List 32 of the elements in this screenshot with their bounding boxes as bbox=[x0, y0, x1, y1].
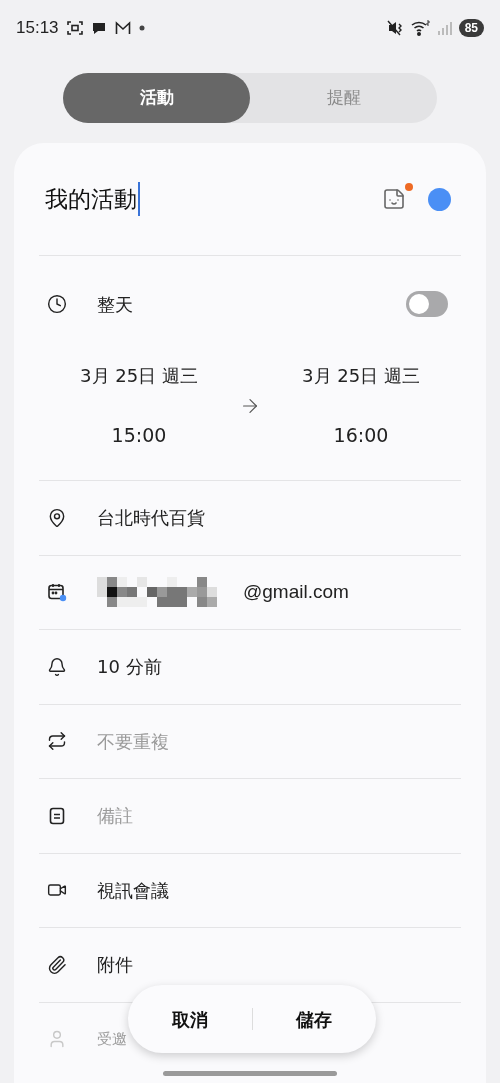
wifi-icon bbox=[410, 20, 431, 36]
all-day-label: 整天 bbox=[97, 292, 133, 317]
paperclip-icon bbox=[47, 954, 67, 975]
title-field[interactable]: 我的活動 bbox=[45, 181, 140, 217]
location-pin-icon bbox=[47, 507, 67, 528]
battery-indicator: 85 bbox=[458, 19, 484, 37]
sticker-icon[interactable] bbox=[382, 187, 406, 211]
end-time[interactable]: 16:00 bbox=[333, 421, 389, 450]
start-date[interactable]: 3月 25日 週三 bbox=[80, 362, 198, 390]
signal-icon bbox=[436, 21, 453, 35]
status-time: 15:13 bbox=[16, 17, 59, 40]
repeat-icon bbox=[47, 731, 67, 752]
video-value[interactable]: 視訊會議 bbox=[97, 876, 169, 904]
screenshot-icon bbox=[66, 20, 83, 36]
person-icon bbox=[47, 1029, 67, 1050]
dot-icon bbox=[138, 25, 145, 31]
reminder-value[interactable]: 10 分前 bbox=[97, 653, 162, 681]
start-time[interactable]: 15:00 bbox=[111, 421, 167, 450]
location-value[interactable]: 台北時代百貨 bbox=[97, 504, 205, 532]
end-date[interactable]: 3月 25日 週三 bbox=[302, 362, 420, 390]
calendar-value[interactable]: @gmail.com bbox=[243, 578, 349, 607]
tab[interactable]: 活動 bbox=[63, 73, 250, 123]
all-day-toggle[interactable] bbox=[406, 291, 448, 317]
chat-bubble-icon bbox=[90, 20, 107, 36]
attachment-value[interactable]: 附件 bbox=[97, 951, 133, 979]
cancel-button[interactable]: 取消 bbox=[128, 985, 252, 1053]
bell-icon bbox=[47, 656, 67, 677]
note-icon bbox=[47, 805, 67, 826]
save-button[interactable]: 儲存 bbox=[252, 985, 376, 1053]
mail-icon bbox=[114, 21, 131, 35]
calendar-icon bbox=[47, 582, 67, 603]
clock-icon bbox=[47, 294, 67, 314]
